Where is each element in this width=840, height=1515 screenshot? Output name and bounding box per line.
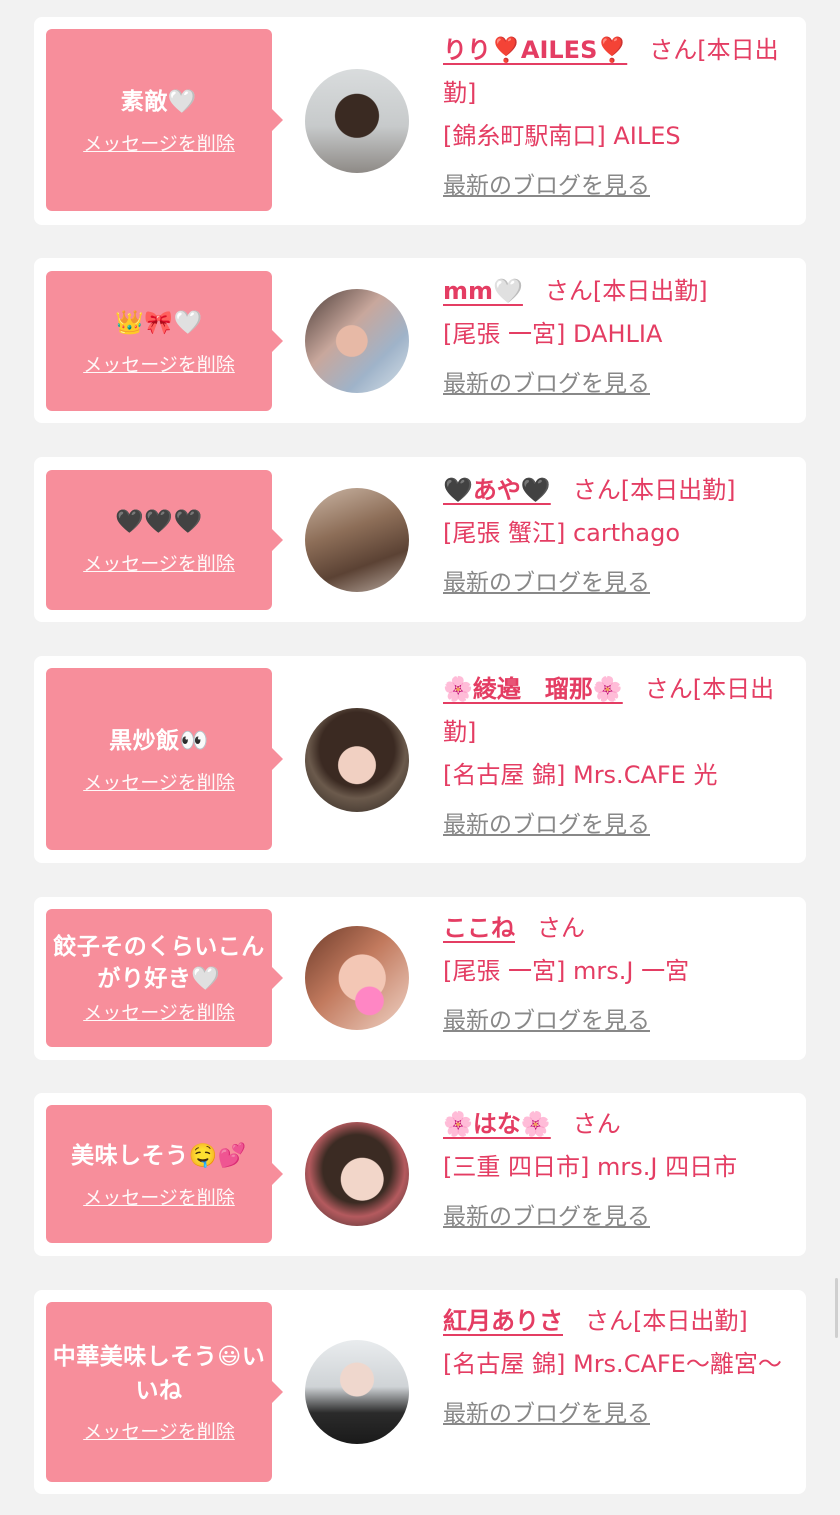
latest-blog-link[interactable]: 最新のブログを見る: [443, 1199, 793, 1235]
attendance-status: [本日出勤]: [592, 277, 708, 305]
honorific: さん: [537, 914, 585, 942]
delete-message-link[interactable]: メッセージを削除: [83, 132, 235, 156]
girl-info: りり❣️AILES❣️ さん[本日出勤] [錦糸町駅南口] AILES 最新のブロ…: [443, 29, 793, 204]
message-card: 素敵🤍 メッセージを削除 りり❣️AILES❣️ さん[本日出勤] [錦糸町駅南口…: [34, 17, 806, 225]
avatar[interactable]: [305, 708, 409, 812]
message-text: 美味しそう🤤💕: [71, 1142, 247, 1169]
latest-blog-link[interactable]: 最新のブログを見る: [443, 1003, 793, 1039]
girl-name-link[interactable]: ここね: [443, 914, 515, 942]
delete-message-link[interactable]: メッセージを削除: [83, 1186, 235, 1210]
girl-name-link[interactable]: 🌸綾邉 瑠那🌸: [443, 675, 623, 703]
girl-info: 紅月ありさ さん[本日出勤] [名古屋 錦] Mrs.CAFE〜離宮〜 最新のブロ…: [443, 1300, 793, 1432]
message-bubble: 美味しそう🤤💕 メッセージを削除: [46, 1105, 283, 1243]
shop-name: [尾張 蟹江] carthago: [443, 519, 680, 547]
girl-name-link[interactable]: 🌸はな🌸: [443, 1110, 551, 1138]
message-card: 黒炒飯👀 メッセージを削除 🌸綾邉 瑠那🌸 さん[本日出勤] [名古屋 錦] Mr…: [34, 656, 806, 863]
latest-blog-link[interactable]: 最新のブログを見る: [443, 1396, 793, 1432]
latest-blog-link[interactable]: 最新のブログを見る: [443, 807, 793, 843]
message-bubble: 中華美味しそう😃いいね メッセージを削除: [46, 1302, 283, 1482]
girl-name-link[interactable]: mm🤍: [443, 277, 523, 305]
avatar[interactable]: [305, 1340, 409, 1444]
message-bubble: 黒炒飯👀 メッセージを削除: [46, 668, 283, 850]
girl-info: 🌸綾邉 瑠那🌸 さん[本日出勤] [名古屋 錦] Mrs.CAFE 光 最新のブロ…: [443, 668, 793, 843]
message-card: 餃子そのくらいこんがり好き🤍 メッセージを削除 ここね さん [尾張 一宮] mr…: [34, 897, 806, 1060]
shop-name: [錦糸町駅南口] AILES: [443, 122, 681, 150]
message-bubble: 素敵🤍 メッセージを削除: [46, 29, 283, 211]
girl-info: ここね さん [尾張 一宮] mrs.J 一宮 最新のブログを見る: [443, 907, 793, 1039]
message-text: 🖤🖤🖤: [115, 508, 203, 535]
message-card: 🖤🖤🖤 メッセージを削除 🖤あや🖤 さん[本日出勤] [尾張 蟹江] cartha…: [34, 457, 806, 622]
avatar[interactable]: [305, 1122, 409, 1226]
avatar[interactable]: [305, 488, 409, 592]
message-card: 👑🎀🤍 メッセージを削除 mm🤍 さん[本日出勤] [尾張 一宮] DAHLIA …: [34, 258, 806, 423]
shop-name: [名古屋 錦] Mrs.CAFE 光: [443, 761, 718, 789]
message-bubble: 👑🎀🤍 メッセージを削除: [46, 271, 283, 411]
honorific: さん: [644, 675, 693, 703]
delete-message-link[interactable]: メッセージを削除: [83, 771, 235, 795]
girl-info: mm🤍 さん[本日出勤] [尾張 一宮] DAHLIA 最新のブログを見る: [443, 270, 793, 402]
honorific: さん: [544, 277, 593, 305]
scrollbar[interactable]: [835, 1278, 838, 1338]
shop-name: [名古屋 錦] Mrs.CAFE〜離宮〜: [443, 1350, 782, 1378]
message-bubble: 餃子そのくらいこんがり好き🤍 メッセージを削除: [46, 909, 283, 1047]
honorific: さん: [572, 1110, 621, 1138]
girl-name-link[interactable]: りり❣️AILES❣️: [443, 36, 627, 64]
latest-blog-link[interactable]: 最新のブログを見る: [443, 168, 793, 204]
girl-info: 🌸はな🌸 さん [三重 四日市] mrs.J 四日市 最新のブログを見る: [443, 1103, 793, 1235]
message-text: 中華美味しそう😃いいね: [52, 1344, 266, 1404]
honorific: さん: [572, 476, 621, 504]
message-bubble: 🖤🖤🖤 メッセージを削除: [46, 470, 283, 610]
latest-blog-link[interactable]: 最新のブログを見る: [443, 366, 793, 402]
shop-name: [尾張 一宮] DAHLIA: [443, 320, 663, 348]
message-text: 黒炒飯👀: [109, 727, 209, 754]
delete-message-link[interactable]: メッセージを削除: [83, 1001, 235, 1025]
shop-name: [三重 四日市] mrs.J 四日市: [443, 1153, 738, 1181]
delete-message-link[interactable]: メッセージを削除: [83, 1420, 235, 1444]
avatar[interactable]: [305, 289, 409, 393]
message-text: 👑🎀🤍: [115, 309, 203, 336]
girl-name-link[interactable]: 紅月ありさ: [443, 1307, 563, 1335]
avatar[interactable]: [305, 69, 409, 173]
message-card: 中華美味しそう😃いいね メッセージを削除 紅月ありさ さん[本日出勤] [名古屋 …: [34, 1290, 806, 1494]
attendance-status: [本日出勤]: [620, 476, 736, 504]
girl-info: 🖤あや🖤 さん[本日出勤] [尾張 蟹江] carthago 最新のブログを見る: [443, 469, 793, 601]
message-text: 餃子そのくらいこんがり好き🤍: [53, 934, 265, 992]
delete-message-link[interactable]: メッセージを削除: [83, 552, 235, 576]
honorific: さん: [649, 36, 698, 64]
girl-name-link[interactable]: 🖤あや🖤: [443, 476, 551, 504]
shop-name: [尾張 一宮] mrs.J 一宮: [443, 957, 690, 985]
message-card: 美味しそう🤤💕 メッセージを削除 🌸はな🌸 さん [三重 四日市] mrs.J 四…: [34, 1093, 806, 1256]
message-text: 素敵🤍: [120, 88, 198, 115]
honorific: さん: [585, 1307, 633, 1335]
delete-message-link[interactable]: メッセージを削除: [83, 353, 235, 377]
latest-blog-link[interactable]: 最新のブログを見る: [443, 565, 793, 601]
avatar[interactable]: [305, 926, 409, 1030]
attendance-status: [本日出勤]: [633, 1307, 748, 1335]
